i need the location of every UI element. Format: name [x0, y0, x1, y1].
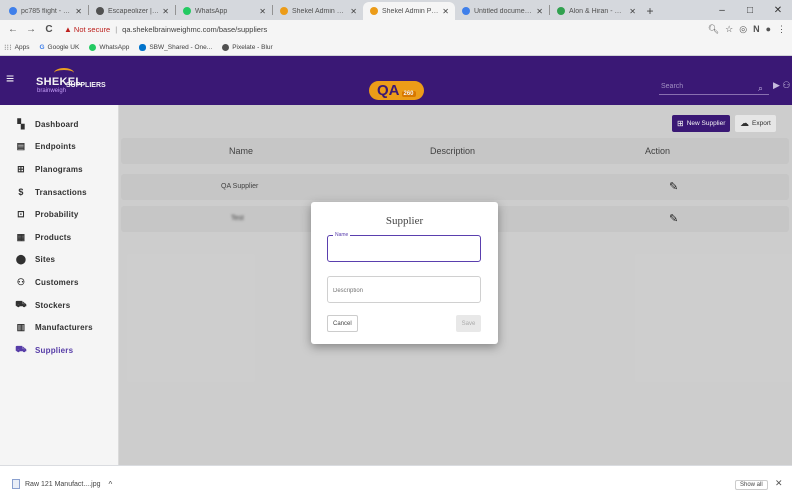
- supplier-dialog: Supplier Name Cancel Save: [311, 202, 498, 344]
- description-field[interactable]: [327, 276, 481, 303]
- show-all-button[interactable]: Show all: [735, 480, 768, 490]
- close-icon[interactable]: ✕: [775, 478, 783, 489]
- download-item[interactable]: Raw 121 Manufact....jpg ^: [12, 479, 112, 489]
- name-field[interactable]: Name: [327, 232, 481, 262]
- name-input[interactable]: [333, 244, 473, 256]
- image-file-icon: [12, 479, 20, 489]
- save-button[interactable]: Save: [456, 315, 481, 332]
- name-field-label: Name: [333, 232, 351, 238]
- chevron-up-icon[interactable]: ^: [109, 480, 113, 489]
- dialog-title: Supplier: [385, 215, 424, 227]
- cancel-button[interactable]: Cancel: [327, 315, 358, 332]
- description-input[interactable]: [333, 285, 473, 297]
- downloads-bar: Raw 121 Manufact....jpg ^ Show all ✕: [0, 465, 792, 501]
